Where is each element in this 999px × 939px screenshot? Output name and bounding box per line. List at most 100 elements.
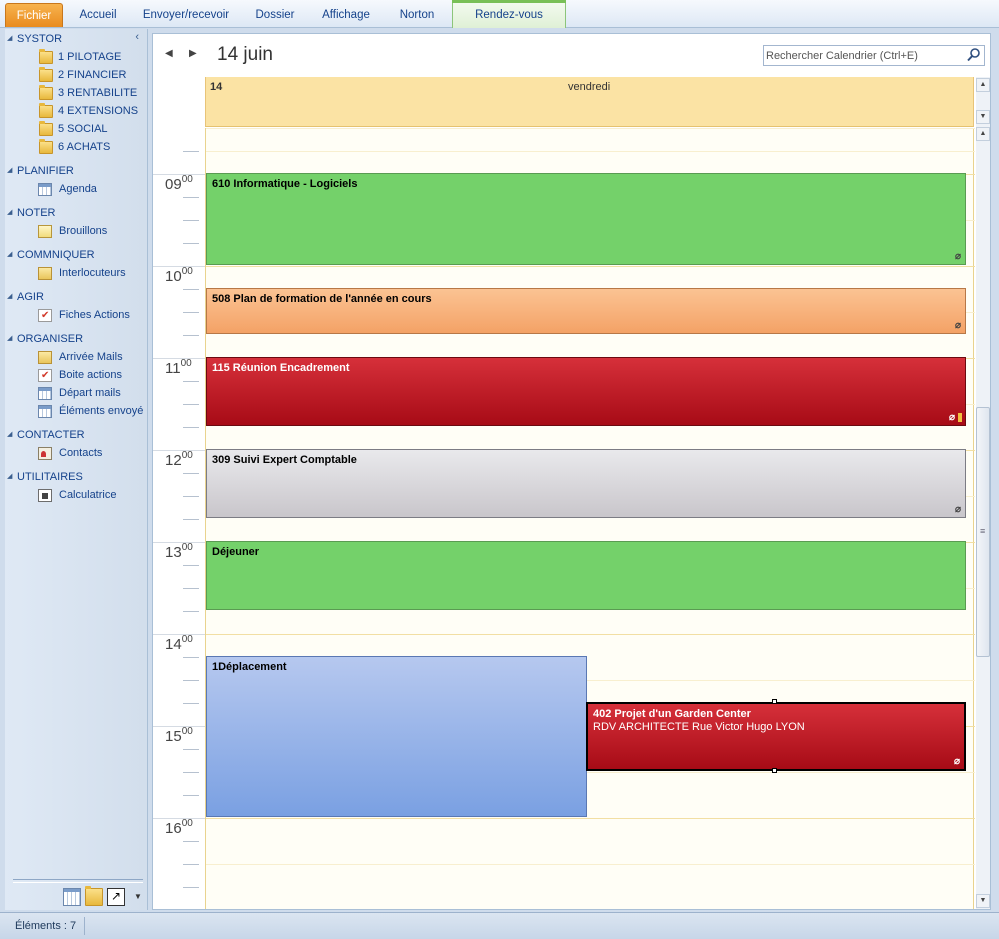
hour-separator — [153, 358, 205, 359]
nav-item-label: 6 ACHATS — [58, 141, 111, 153]
nav-item-label: Agenda — [59, 183, 97, 195]
scroll-down-icon[interactable]: ▼ — [976, 894, 990, 908]
inbox-icon — [38, 351, 52, 364]
attachment-icon: ⌀ — [953, 756, 960, 767]
status-bar: Éléments : 7 — [0, 912, 999, 939]
day-header[interactable]: 14 vendredi — [205, 77, 974, 127]
tab-norton[interactable]: Norton — [388, 3, 446, 27]
nav-group-contacter[interactable]: ◢ CONTACTER — [5, 427, 85, 443]
vertical-scrollbar[interactable]: ▲ ▼ ▲ ≡ ▼ — [976, 77, 990, 909]
nav-item-label: 1 PILOTAGE — [58, 51, 122, 63]
nav-pane-splitter[interactable] — [13, 879, 143, 883]
calendar-icon — [38, 183, 52, 196]
hour-line — [206, 818, 975, 819]
hour-separator — [153, 818, 205, 819]
tick — [183, 864, 199, 865]
navigation-pane: ‹ ◢ SYSTOR 1 PILOTAGE 2 FINANCIER 3 RENTA… — [5, 29, 148, 910]
nav-group-systor[interactable]: ◢ SYSTOR — [5, 31, 62, 47]
ribbon-tabs: Fichier Accueil Envoyer/recevoir Dossier… — [0, 0, 999, 28]
nav-group-label: AGIR — [17, 291, 44, 303]
scroll-up-icon[interactable]: ▲ — [976, 127, 990, 141]
appointment-garden-center[interactable]: 402 Projet d'un Garden Center RDV ARCHIT… — [586, 702, 966, 771]
tick — [183, 381, 199, 382]
day-name: vendredi — [568, 81, 611, 93]
day-column[interactable]: 610 Informatique - Logiciels ⌀ 508 Plan … — [205, 128, 975, 909]
appointment-location: RDV ARCHITECTE Rue Victor Hugo LYON — [593, 721, 805, 733]
collapse-nav-button[interactable]: ‹ — [135, 31, 139, 43]
appointment-informatique[interactable]: 610 Informatique - Logiciels ⌀ — [206, 173, 966, 265]
tab-accueil[interactable]: Accueil — [70, 3, 126, 27]
tab-dossier[interactable]: Dossier — [246, 3, 304, 27]
calendar-search-box[interactable] — [763, 45, 985, 66]
appointment-dejeuner[interactable]: Déjeuner — [206, 541, 966, 610]
appointment-title: 115 Réunion Encadrement — [212, 362, 350, 374]
next-day-icon[interactable]: ▶ — [189, 48, 197, 59]
tab-fichier[interactable]: Fichier — [5, 3, 63, 27]
tab-rendez-vous[interactable]: Rendez-vous — [452, 0, 566, 28]
nav-group-planifier[interactable]: ◢ PLANIFIER — [5, 163, 74, 179]
task-icon — [38, 307, 52, 324]
outbox-icon — [38, 387, 52, 400]
nav-item-label: Brouillons — [59, 225, 108, 237]
nav-group-organiser[interactable]: ◢ ORGANISER — [5, 331, 83, 347]
previous-day-icon[interactable]: ◀ — [165, 48, 173, 59]
tick — [183, 795, 199, 796]
appointment-title: Déjeuner — [212, 546, 260, 558]
tick — [183, 312, 199, 313]
nav-group-agir[interactable]: ◢ AGIR — [5, 289, 44, 305]
nav-group-utilitaires[interactable]: ◢ UTILITAIRES — [5, 469, 83, 485]
appointment-reunion-encadrement[interactable]: 115 Réunion Encadrement ⌀ — [206, 357, 966, 426]
hour-line — [206, 634, 975, 635]
search-icon[interactable] — [966, 47, 982, 63]
hour-label-16: 1600 — [165, 818, 193, 837]
folder-icon — [39, 103, 53, 118]
tab-affichage[interactable]: Affichage — [312, 3, 380, 27]
scroll-down-icon[interactable]: ▼ — [976, 110, 990, 124]
group-expanded-icon: ◢ — [7, 167, 13, 174]
shortcut-icon[interactable] — [107, 888, 125, 906]
appointment-title: 402 Projet d'un Garden Center — [593, 708, 751, 720]
calendar-icon[interactable] — [63, 888, 81, 906]
appointment-title: 309 Suivi Expert Comptable — [212, 454, 357, 466]
folder-list-icon[interactable] — [85, 886, 103, 906]
tick — [183, 680, 199, 681]
nav-group-communiquer[interactable]: ◢ COMMNIQUER — [5, 247, 95, 263]
appointment-title: 610 Informatique - Logiciels — [212, 178, 358, 190]
scrollbar-thumb[interactable]: ≡ — [976, 407, 990, 657]
nav-group-label: ORGANISER — [17, 333, 84, 345]
resize-handle-bottom[interactable] — [772, 768, 777, 773]
group-expanded-icon: ◢ — [7, 209, 13, 216]
nav-item-label: Contacts — [59, 447, 103, 459]
appointment-deplacement[interactable]: 1Déplacement — [206, 656, 587, 817]
hour-label-13: 1300 — [165, 542, 193, 561]
folder-icon — [39, 139, 53, 154]
appointment-plan-formation[interactable]: 508 Plan de formation de l'année en cour… — [206, 288, 966, 334]
nav-group-noter[interactable]: ◢ NOTER — [5, 205, 56, 221]
nav-item-label: 2 FINANCIER — [58, 69, 127, 81]
nav-item-label: Interlocuteurs — [59, 267, 126, 279]
time-column: 0900 1000 1100 1200 1300 1400 1500 1600 — [153, 128, 205, 909]
nav-bottom-buttons: ▼ — [5, 884, 148, 910]
day-number: 14 — [210, 81, 223, 93]
tick — [183, 496, 199, 497]
items-count: Éléments : 7 — [15, 920, 77, 932]
nav-item-label: Arrivée Mails — [59, 351, 123, 363]
search-input[interactable] — [764, 46, 962, 65]
nav-item-label: Calculatrice — [59, 489, 117, 501]
sent-icon — [38, 405, 52, 418]
hour-label-10: 1000 — [165, 266, 193, 285]
calendar-header: ◀ ▶ 14 juin — [153, 34, 990, 76]
nav-item-label: 3 RENTABILITE — [58, 87, 138, 99]
tick — [183, 565, 199, 566]
scroll-up-icon[interactable]: ▲ — [976, 78, 990, 92]
folder-icon — [39, 121, 53, 136]
appointment-suivi-expert-comptable[interactable]: 309 Suivi Expert Comptable ⌀ — [206, 449, 966, 518]
configure-buttons-icon[interactable]: ▼ — [129, 888, 147, 906]
slot-line — [206, 151, 975, 152]
nav-item-label: Fiches Actions — [59, 309, 130, 321]
tick — [183, 335, 199, 336]
tab-envoyer-recevoir[interactable]: Envoyer/recevoir — [134, 3, 238, 27]
nav-item-label: Éléments envoyé — [59, 405, 144, 417]
resize-handle-top[interactable] — [772, 699, 777, 704]
tick — [183, 289, 199, 290]
